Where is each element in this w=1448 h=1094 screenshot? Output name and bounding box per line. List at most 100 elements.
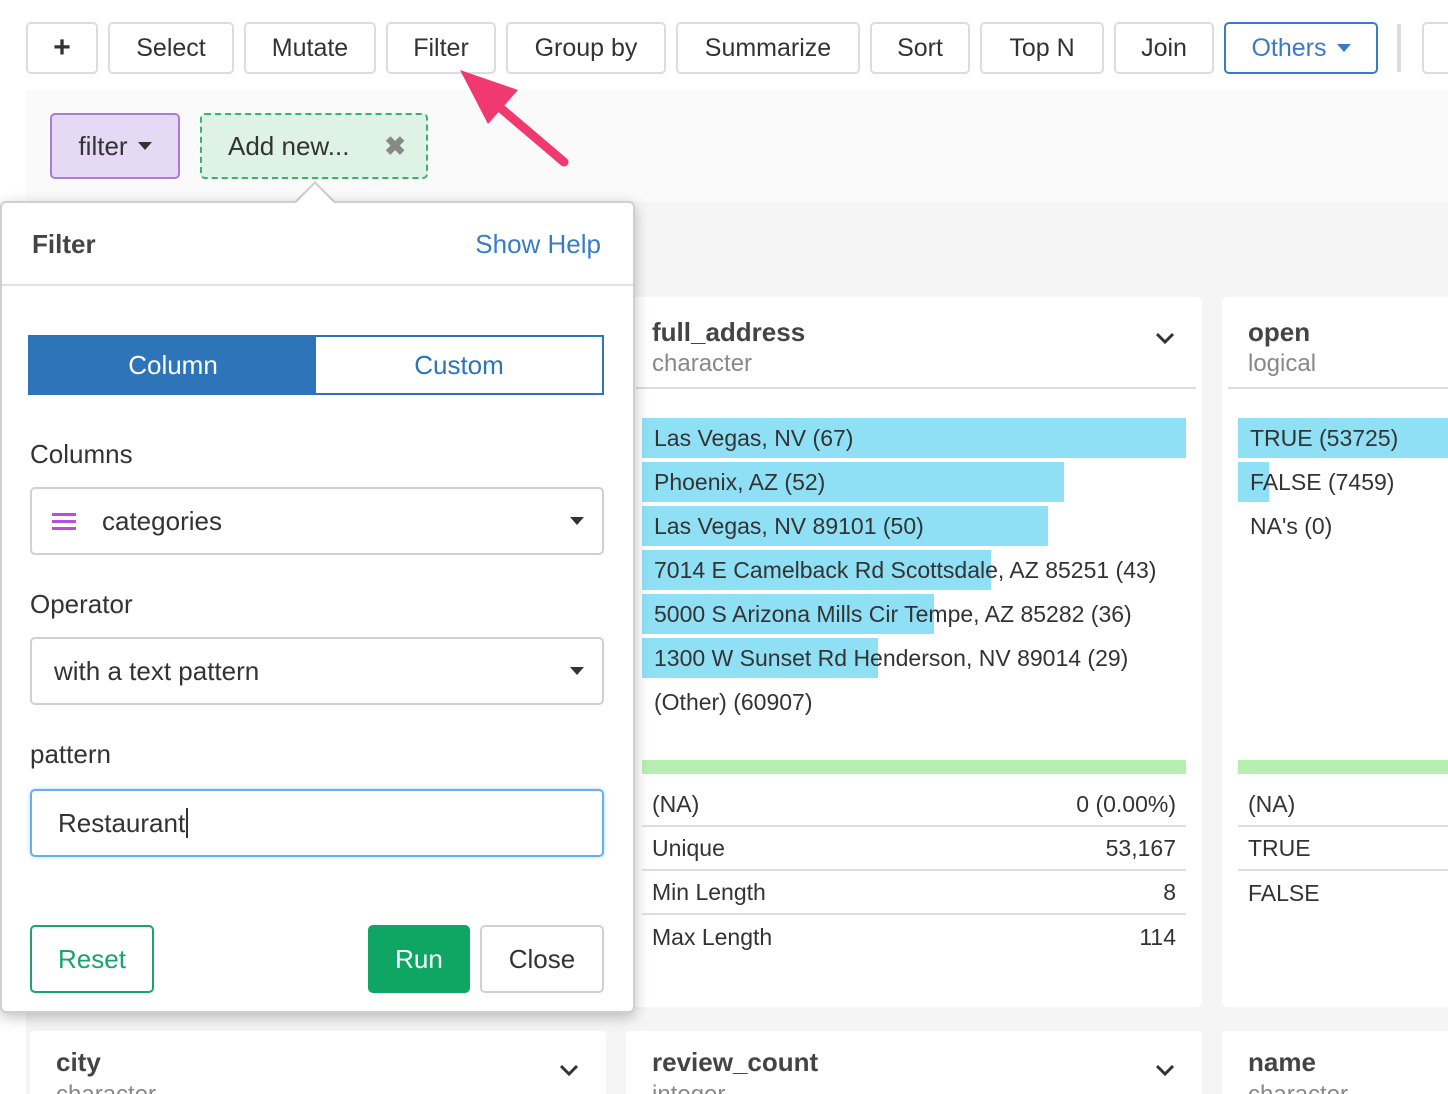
column-card-open: open logical TRUE (53725) FALSE (7459) NA'… — [1222, 297, 1448, 1007]
stat-value: 114 — [1139, 923, 1176, 950]
value-bar-label: 5000 S Arizona Mills Cir Tempe, AZ 85282… — [654, 600, 1132, 627]
stat-value: 8 — [1163, 878, 1176, 905]
summarize-button[interactable]: Summarize — [676, 22, 860, 74]
column-type: logical — [1248, 350, 1317, 377]
select-button[interactable]: Select — [108, 22, 234, 74]
text-cursor — [186, 808, 189, 838]
filter-popover: Filter Show Help Column Custom Columns c… — [0, 201, 635, 1013]
operator-label: Operator — [30, 589, 133, 619]
column-card-full-address: full_address character Las Vegas, NV (67… — [626, 297, 1202, 1007]
caret-down-icon — [1336, 44, 1351, 52]
columns-select-value: categories — [102, 505, 222, 536]
stat-key: Unique — [652, 834, 725, 861]
list-icon — [52, 513, 76, 531]
filter-mode-toggle: Column Custom — [28, 335, 604, 395]
stat-key: (NA) — [1248, 790, 1296, 817]
value-bar-row[interactable]: 7014 E Camelback Rd Scottsdale, AZ 85251… — [642, 550, 1186, 590]
stat-value: 53,167 — [1105, 834, 1176, 861]
operator-select-value: with a text pattern — [54, 655, 260, 686]
stat-key: (NA) — [652, 790, 700, 817]
stat-row: (NA) — [1238, 783, 1448, 827]
column-name: city — [56, 1047, 101, 1077]
popover-title: Filter — [32, 229, 96, 259]
column-name: full_address — [652, 317, 806, 347]
stat-row: Max Length 114 — [642, 915, 1186, 959]
divider — [2, 284, 633, 286]
value-bar-row[interactable]: Phoenix, AZ (52) — [642, 462, 1186, 502]
column-card-city: city character — [30, 1031, 606, 1094]
column-name: review_count — [652, 1047, 819, 1077]
operator-select[interactable]: with a text pattern — [30, 637, 604, 705]
column-name: open — [1248, 317, 1311, 347]
stat-key: Max Length — [652, 923, 773, 950]
value-bar-label: TRUE (53725) — [1250, 424, 1399, 451]
column-card-name: name character — [1222, 1031, 1448, 1094]
value-bar-label: Las Vegas, NV 89101 (50) — [654, 512, 924, 539]
value-bar-row[interactable]: 5000 S Arizona Mills Cir Tempe, AZ 85282… — [642, 594, 1186, 634]
annotation-arrow-icon — [460, 70, 569, 167]
value-bar-label: Las Vegas, NV (67) — [654, 424, 854, 451]
pattern-input[interactable]: Restaurant — [30, 789, 604, 857]
add-new-step[interactable]: Add new... ✖ — [200, 113, 428, 179]
tab-column[interactable]: Column — [30, 337, 316, 393]
close-button[interactable]: Close — [480, 925, 604, 993]
top-n-button[interactable]: Top N — [980, 22, 1104, 74]
tab-custom[interactable]: Custom — [316, 337, 602, 393]
pattern-label: pattern — [30, 739, 111, 769]
value-bar-row[interactable]: NA's (0) — [1238, 506, 1448, 546]
mutate-button[interactable]: Mutate — [244, 22, 376, 74]
na-bar — [1238, 760, 1448, 774]
stat-key: TRUE — [1248, 834, 1311, 861]
stat-row: Unique 53,167 — [642, 827, 1186, 871]
column-type: character — [56, 1081, 156, 1094]
value-bar-label: FALSE (7459) — [1250, 468, 1395, 495]
close-icon[interactable]: ✖ — [384, 131, 406, 162]
stat-key: Min Length — [652, 878, 766, 905]
popover-arrow-inner — [296, 184, 334, 203]
others-dropdown-button[interactable]: Others — [1224, 22, 1378, 74]
toolbar-extra-button[interactable] — [1422, 22, 1448, 74]
chevron-down-icon[interactable] — [1154, 1059, 1176, 1081]
filter-step-dropdown[interactable]: filter — [50, 113, 180, 179]
stat-row: Min Length 8 — [642, 871, 1186, 915]
toolbar-divider — [1397, 24, 1401, 72]
value-bar-row[interactable]: Las Vegas, NV (67) — [642, 418, 1186, 458]
pattern-input-value: Restaurant — [58, 807, 186, 838]
divider — [636, 387, 1196, 389]
caret-down-icon — [137, 142, 152, 150]
stat-key: FALSE — [1248, 879, 1320, 906]
show-help-link[interactable]: Show Help — [475, 229, 601, 260]
value-bar-row[interactable]: TRUE (53725) — [1238, 418, 1448, 458]
column-name: name — [1248, 1047, 1316, 1077]
value-bar-row[interactable]: 1300 W Sunset Rd Henderson, NV 89014 (29… — [642, 638, 1186, 678]
add-new-label: Add new... — [228, 130, 350, 161]
stat-row: FALSE — [1238, 871, 1448, 915]
column-type: integer — [652, 1081, 725, 1094]
chevron-down-icon[interactable] — [558, 1059, 580, 1081]
value-bar-label: 7014 E Camelback Rd Scottsdale, AZ 85251… — [654, 556, 1157, 583]
divider — [1228, 387, 1448, 389]
value-bar-row[interactable]: (Other) (60907) — [642, 682, 1186, 722]
value-bar-row[interactable]: FALSE (7459) — [1238, 462, 1448, 502]
filter-step-label: filter — [78, 130, 128, 161]
chevron-down-icon[interactable] — [1154, 327, 1176, 349]
stat-value: 0 (0.00%) — [1076, 790, 1176, 817]
stat-row: (NA) 0 (0.00%) — [642, 783, 1186, 827]
na-bar — [642, 760, 1186, 774]
join-button[interactable]: Join — [1114, 22, 1214, 74]
caret-down-icon — [570, 517, 584, 525]
value-bar-label: Phoenix, AZ (52) — [654, 468, 826, 495]
run-button[interactable]: Run — [368, 925, 470, 993]
columns-select[interactable]: categories — [30, 487, 604, 555]
value-bar-label: NA's (0) — [1250, 512, 1333, 539]
stat-row: TRUE — [1238, 827, 1448, 871]
value-bar-label: 1300 W Sunset Rd Henderson, NV 89014 (29… — [654, 644, 1129, 671]
column-card-review-count: review_count integer — [626, 1031, 1202, 1094]
column-type: character — [1248, 1081, 1348, 1094]
sort-button[interactable]: Sort — [870, 22, 970, 74]
columns-label: Columns — [30, 439, 133, 469]
add-step-button[interactable]: + — [26, 22, 98, 74]
toolbar: + Select Mutate Filter Group by Summariz… — [0, 0, 1448, 90]
reset-button[interactable]: Reset — [30, 925, 154, 993]
value-bar-row[interactable]: Las Vegas, NV 89101 (50) — [642, 506, 1186, 546]
